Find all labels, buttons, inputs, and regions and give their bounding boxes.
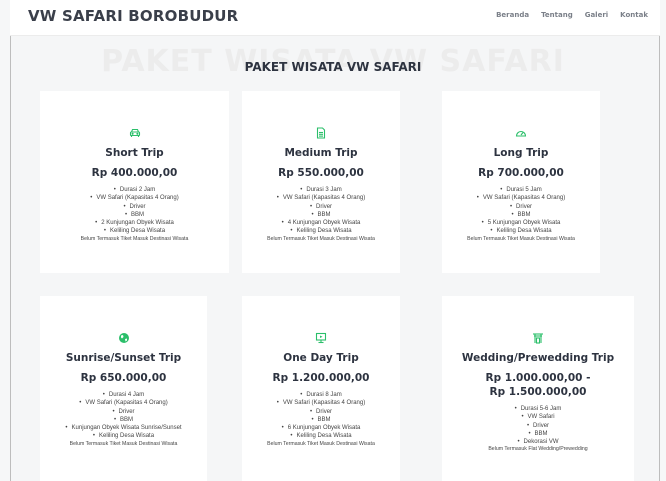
package-card-medium-trip: Medium Trip Rp 550.000,00 Durasi 3 Jam V… [242, 91, 400, 273]
globe-icon [118, 332, 130, 344]
package-price: Rp 1.200.000,00 [272, 372, 370, 384]
nav-link-beranda[interactable]: Beranda [496, 11, 529, 19]
feature-item: Durasi 5 Jam [442, 186, 600, 194]
package-title: Long Trip [493, 147, 549, 159]
feature-item: Driver [442, 203, 600, 211]
feature-item: Keliling Desa Wisata [242, 432, 400, 440]
package-card-short-trip: Short Trip Rp 400.000,00 Durasi 2 Jam VW… [40, 91, 229, 273]
feature-item: VW Safari (Kapasitas 4 Orang) [442, 194, 600, 202]
feature-item: BBM [442, 430, 634, 438]
feature-item: VW Safari (Kapasitas 4 Orang) [40, 399, 207, 407]
feature-item: BBM [40, 211, 229, 219]
package-title: Short Trip [105, 147, 164, 159]
package-price: Rp 700.000,00 [478, 167, 564, 179]
feature-item: Kunjungan Obyek Wisata Sunrise/Sunset [40, 424, 207, 432]
feature-item: Dekorasi VW [442, 438, 634, 446]
feature-list: Durasi 2 Jam VW Safari (Kapasitas 4 Oran… [40, 186, 229, 236]
speedometer-icon [515, 127, 527, 139]
feature-item: Driver [40, 408, 207, 416]
package-note: Belum Termasuk Tiket Masuk Destinasi Wis… [69, 440, 178, 447]
feature-item: BBM [242, 416, 400, 424]
feature-item: Driver [40, 203, 229, 211]
feature-item: Keliling Desa Wisata [40, 227, 229, 235]
document-icon [315, 127, 327, 139]
feature-list: Durasi 3 Jam VW Safari (Kapasitas 4 Oran… [242, 186, 400, 236]
package-card-one-day-trip: One Day Trip Rp 1.200.000,00 Durasi 8 Ja… [242, 296, 400, 481]
package-note: Belum Termasuk Tiket Masuk Destinasi Wis… [80, 235, 189, 242]
feature-item: BBM [442, 211, 600, 219]
feature-item: Keliling Desa Wisata [242, 227, 400, 235]
brand-logo-text[interactable]: VW SAFARI BOROBUDUR [28, 7, 238, 25]
package-note: Belum Termasuk Tiket Masuk Destinasi Wis… [267, 440, 375, 447]
gate-icon [532, 332, 544, 344]
feature-item: Durasi 2 Jam [40, 186, 229, 194]
package-price: Rp 1.000.000,00 - Rp 1.500.000,00 [485, 372, 591, 398]
feature-item: 5 Kunjungan Obyek Wisata [442, 219, 600, 227]
section-title: PAKET WISATA VW SAFARI [244, 60, 422, 74]
package-title: Wedding/Prewedding Trip [461, 352, 615, 364]
package-title: Sunrise/Sunset Trip [65, 352, 182, 364]
feature-item: BBM [40, 416, 207, 424]
feature-list: Durasi 5 Jam VW Safari (Kapasitas 4 Oran… [442, 186, 600, 236]
feature-item: Durasi 5-6 Jam [442, 405, 634, 413]
package-note: Belum Termasuk Tiket Masuk Destinasi Wis… [467, 235, 575, 242]
package-price: Rp 650.000,00 [80, 372, 167, 384]
feature-list: Durasi 5-6 Jam VW Safari Driver BBM Deko… [442, 405, 634, 446]
feature-item: VW Safari [442, 413, 634, 421]
feature-list: Durasi 4 Jam VW Safari (Kapasitas 4 Oran… [40, 391, 207, 441]
package-price: Rp 550.000,00 [278, 167, 364, 179]
main-nav: Beranda Tentang Galeri Kontak [496, 11, 648, 19]
package-title: One Day Trip [283, 352, 359, 364]
feature-item: 2 Kunjungan Obyek Wisata [40, 219, 229, 227]
feature-item: BBM [242, 211, 400, 219]
feature-item: Durasi 3 Jam [242, 186, 400, 194]
package-title: Medium Trip [284, 147, 358, 159]
package-card-long-trip: Long Trip Rp 700.000,00 Durasi 5 Jam VW … [442, 91, 600, 273]
package-card-sunrise-sunset-trip: Sunrise/Sunset Trip Rp 650.000,00 Durasi… [40, 296, 207, 481]
car-icon [129, 127, 141, 139]
feature-item: 4 Kunjungan Obyek Wisata [242, 219, 400, 227]
feature-item: VW Safari (Kapasitas 4 Orang) [242, 399, 400, 407]
package-price: Rp 400.000,00 [91, 167, 178, 179]
package-note: Belum Termasuk Flat Wedding/Prewedding [488, 446, 588, 453]
feature-item: Keliling Desa Wisata [442, 227, 600, 235]
feature-item: Driver [242, 203, 400, 211]
feature-item: Driver [442, 422, 634, 430]
navbar: VW SAFARI BOROBUDUR Beranda Tentang Gale… [10, 0, 660, 36]
package-card-wedding-prewedding-trip: Wedding/Prewedding Trip Rp 1.000.000,00 … [442, 296, 634, 481]
feature-item: 6 Kunjungan Obyek Wisata [242, 424, 400, 432]
feature-item: Driver [242, 408, 400, 416]
nav-link-galeri[interactable]: Galeri [585, 11, 608, 19]
feature-item: Durasi 4 Jam [40, 391, 207, 399]
feature-item: Keliling Desa Wisata [40, 432, 207, 440]
presentation-icon [315, 332, 327, 344]
package-note: Belum Termasuk Tiket Masuk Destinasi Wis… [267, 235, 375, 242]
feature-item: Durasi 8 Jam [242, 391, 400, 399]
feature-item: VW Safari (Kapasitas 4 Orang) [242, 194, 400, 202]
feature-item: VW Safari (Kapasitas 4 Orang) [40, 194, 229, 202]
nav-link-kontak[interactable]: Kontak [620, 11, 648, 19]
feature-list: Durasi 8 Jam VW Safari (Kapasitas 4 Oran… [242, 391, 400, 441]
nav-link-tentang[interactable]: Tentang [541, 11, 573, 19]
